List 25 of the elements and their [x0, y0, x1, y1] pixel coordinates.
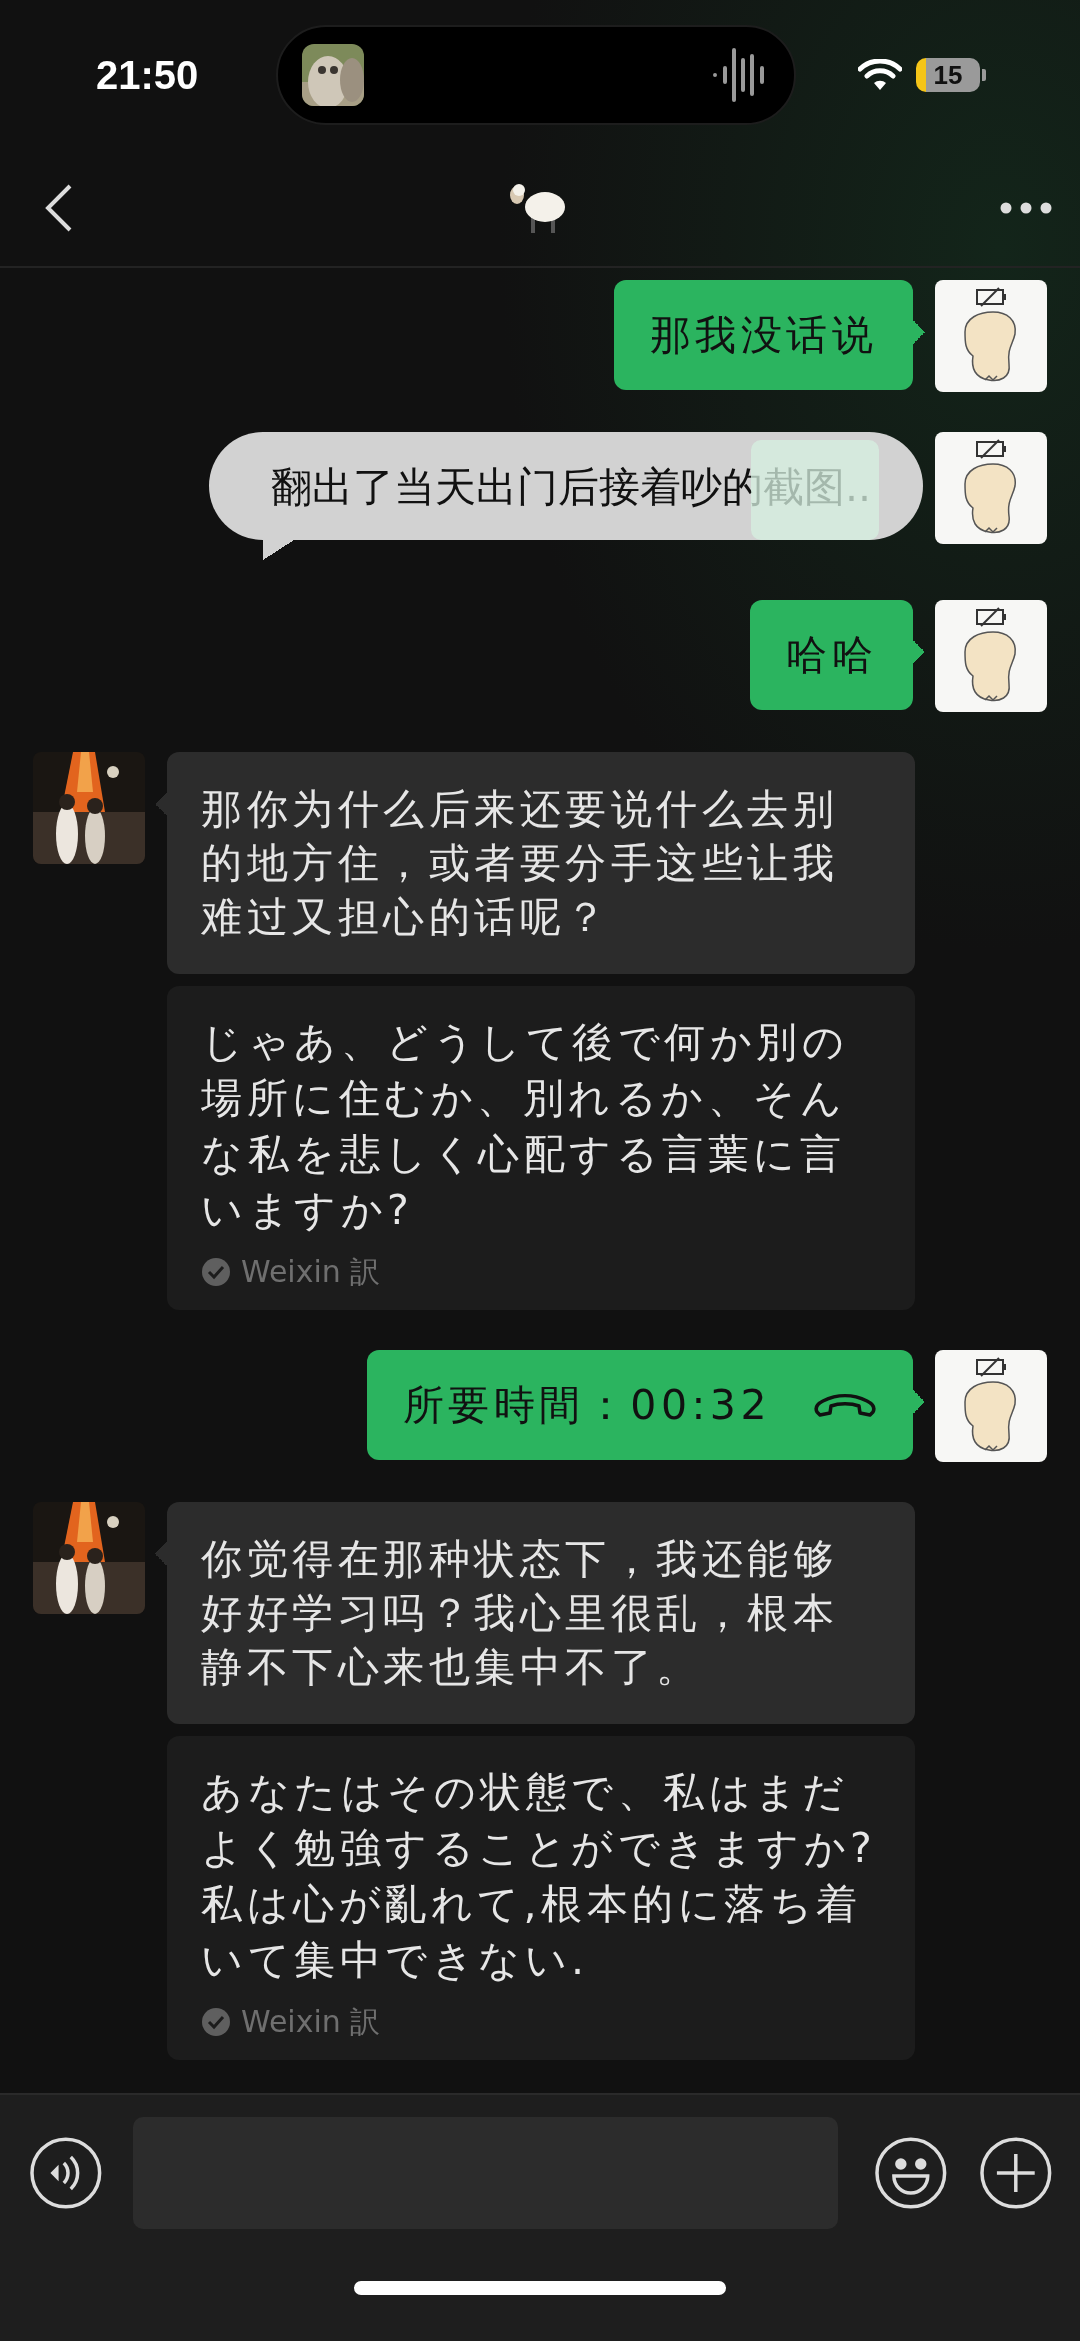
add-icon[interactable] — [979, 2136, 1053, 2210]
phone-icon — [813, 1392, 877, 1418]
wifi-icon — [858, 59, 902, 91]
translation-source: Weixin 訳 — [241, 2003, 381, 2041]
check-icon — [201, 1257, 231, 1287]
avatar[interactable] — [935, 280, 1047, 392]
check-icon — [201, 2007, 231, 2037]
more-icon[interactable] — [1000, 202, 1052, 214]
message-bubble[interactable]: 那你为什么后来还要说什么去别的地方住，或者要分手这些让我难过又担心的话呢？ — [155, 752, 915, 974]
message-bubble[interactable]: 哈哈 — [750, 600, 925, 710]
sheep-icon — [507, 181, 567, 235]
message-bubble[interactable]: 那我没话说 — [613, 280, 925, 390]
avatar[interactable] — [935, 600, 1047, 712]
avatar[interactable] — [935, 1350, 1047, 1462]
waveform-icon — [712, 46, 766, 104]
back-icon[interactable] — [44, 183, 74, 233]
avatar[interactable] — [935, 432, 1047, 544]
status-time: 21:50 — [96, 52, 200, 98]
translation-text: あなたはその状態で、私はまだよく勉強することができますか?私は心が亂れて,根本的に落ち着いて集中できない. — [201, 1767, 878, 1986]
translation-text: じゃあ、どうして後で何か別の場所に住むか、別れるか、そんな私を悲しく心配する言葉に言いますか? — [201, 1017, 849, 1236]
emoji-icon[interactable] — [873, 2136, 948, 2210]
translation-source: Weixin 訳 — [241, 1253, 381, 1291]
voice-icon[interactable] — [29, 2136, 103, 2210]
call-bubble[interactable]: 所要時間：00:32 — [366, 1350, 925, 1460]
message-bubble[interactable]: 你觉得在那种状态下，我还能够好好学习吗？我心里很乱，根本静不下心来也集中不了。 — [155, 1502, 915, 1724]
